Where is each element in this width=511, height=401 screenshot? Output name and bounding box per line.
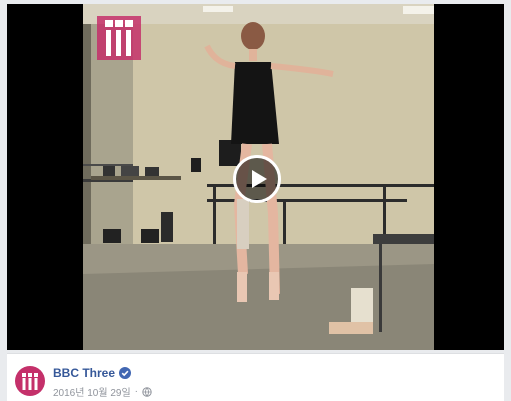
video-post-card: BBC Three 2016년 10월 29일 · — [0, 0, 511, 401]
verified-badge-icon — [119, 367, 132, 379]
play-button[interactable] — [233, 155, 281, 203]
bbc-three-logo-icon — [22, 373, 38, 390]
video-player[interactable] — [7, 4, 504, 350]
meta-separator: · — [134, 386, 138, 397]
post-timestamp-link[interactable]: 2016년 10월 29일 — [53, 384, 131, 399]
globe-icon[interactable] — [142, 386, 152, 397]
page-name-link[interactable]: BBC Three — [53, 366, 115, 380]
page-avatar[interactable] — [15, 366, 45, 396]
bbc-three-watermark-logo — [97, 16, 141, 60]
post-header: BBC Three 2016년 10월 29일 · — [7, 353, 504, 401]
post-meta: 2016년 10월 29일 · — [53, 384, 152, 399]
page-name-row: BBC Three — [53, 366, 132, 380]
play-icon — [252, 170, 267, 188]
